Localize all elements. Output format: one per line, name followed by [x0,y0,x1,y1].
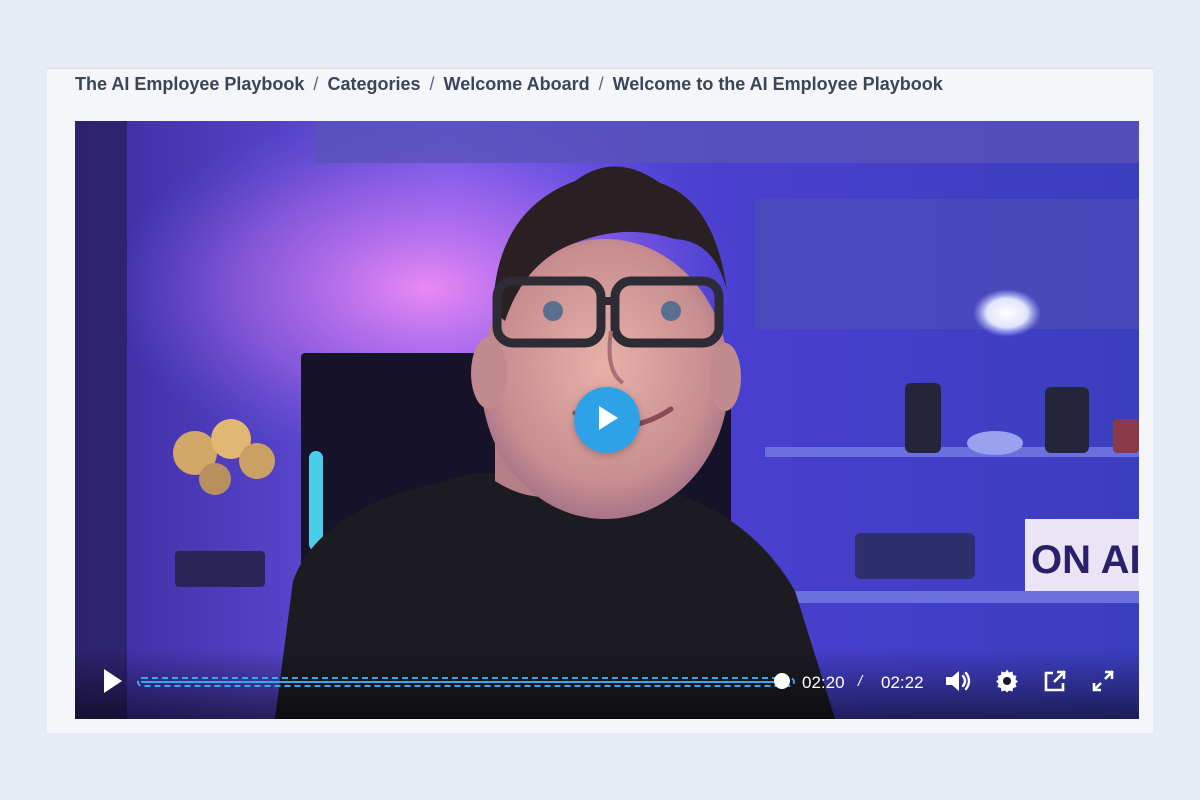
breadcrumb-item-current: Welcome to the AI Employee Playbook [612,74,943,94]
lesson-card: The AI Employee Playbook / Categories / … [47,68,1153,733]
breadcrumb-separator: / [598,74,604,94]
fullscreen-icon [1091,669,1115,698]
progress-fill [141,681,782,683]
fullscreen-button[interactable] [1089,670,1117,696]
gear-icon [995,669,1019,698]
duration: 02:22 [881,673,924,692]
progress-handle[interactable] [773,673,790,689]
play-button[interactable] [97,668,127,699]
time-separator: / [858,673,863,690]
breadcrumb-item-course[interactable]: The AI Employee Playbook [75,74,304,94]
play-icon [594,404,620,437]
big-play-button[interactable] [574,387,640,453]
popout-button[interactable] [1041,670,1069,696]
play-icon [101,668,123,699]
progress-bar[interactable] [137,673,795,689]
video-player[interactable]: ON AI 02:20 / 02:22 [75,121,1139,719]
breadcrumb: The AI Employee Playbook / Categories / … [75,74,943,95]
current-time: 02:20 [802,673,845,692]
breadcrumb-item-category[interactable]: Welcome Aboard [444,74,590,94]
external-link-icon [1043,669,1067,698]
volume-icon [944,669,972,698]
breadcrumb-item-categories[interactable]: Categories [327,74,420,94]
svg-text:ON AI: ON AI [1031,538,1139,582]
volume-button[interactable] [943,670,973,696]
settings-button[interactable] [993,669,1021,698]
breadcrumb-separator: / [429,74,435,94]
breadcrumb-separator: / [313,74,319,94]
